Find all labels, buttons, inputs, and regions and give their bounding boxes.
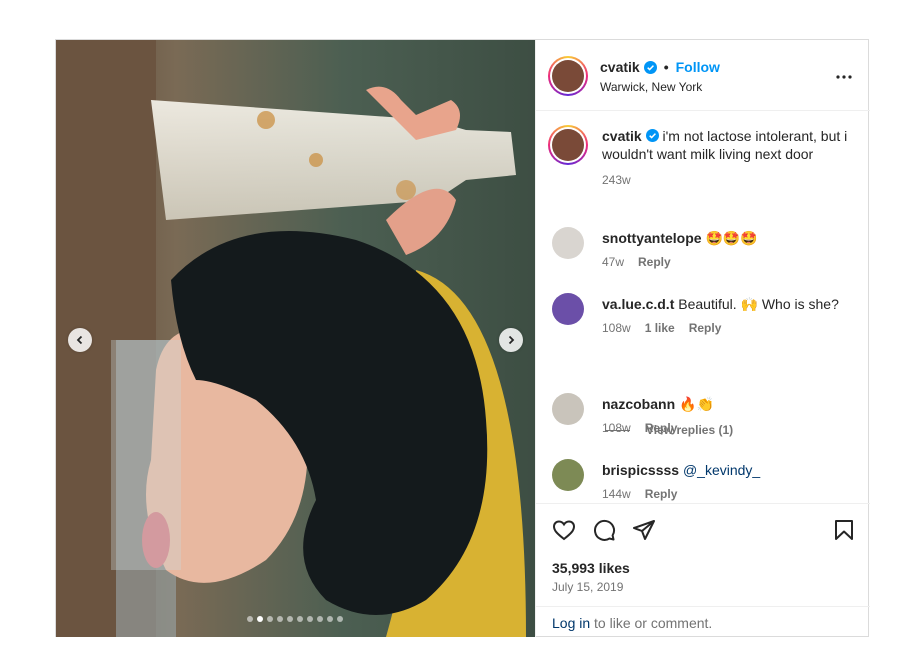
post-image[interactable]: [56, 40, 535, 637]
comment-avatar[interactable]: [552, 393, 584, 425]
author-username[interactable]: cvatik: [600, 59, 640, 75]
comment-mention-link[interactable]: @_kevindy_: [683, 462, 760, 478]
comment-age: 47w: [602, 255, 625, 269]
separator-dot: •: [663, 59, 669, 75]
carousel-dot: [277, 616, 283, 622]
comment-item: nazcobann 🔥👏 108w Reply: [602, 395, 714, 437]
share-icon: [633, 520, 655, 540]
reply-button[interactable]: Reply: [645, 419, 678, 437]
post-card: cvatik • Follow Warwick, New York cvatik…: [55, 39, 870, 637]
verified-badge-icon: [643, 60, 657, 74]
caption-username[interactable]: cvatik: [602, 128, 642, 144]
save-button[interactable]: [832, 518, 856, 547]
comment-username[interactable]: brispicssss: [602, 462, 679, 478]
carousel-dot: [307, 616, 313, 622]
chevron-left-icon: [76, 335, 83, 345]
comment-likes[interactable]: 1 like: [645, 319, 675, 337]
comment-age: 144w: [602, 487, 631, 501]
share-button[interactable]: [632, 518, 656, 547]
comment-text: 🤩🤩🤩: [705, 230, 758, 246]
carousel-dot: [257, 616, 263, 622]
comment-avatar[interactable]: [552, 459, 584, 491]
reply-button[interactable]: Reply: [638, 253, 671, 271]
comment-button[interactable]: [592, 518, 616, 547]
chevron-right-icon: [508, 335, 515, 345]
carousel-dot: [297, 616, 303, 622]
carousel-dot: [267, 616, 273, 622]
login-link[interactable]: Log in: [552, 615, 590, 631]
comment-text: 🔥👏: [679, 396, 714, 412]
post-header: cvatik • Follow Warwick, New York: [536, 40, 870, 111]
heart-icon: [552, 520, 576, 541]
comment-item: va.lue.c.d.t Beautiful. 🙌 Who is she? 10…: [602, 295, 839, 337]
more-options-button[interactable]: [836, 66, 852, 84]
carousel-dots: [247, 616, 343, 622]
reply-button[interactable]: Reply: [645, 485, 678, 502]
previous-image-button[interactable]: [68, 328, 92, 352]
photo-illustration: [56, 40, 535, 637]
bookmark-icon: [835, 520, 853, 540]
comment-text: Beautiful. 🙌 Who is she?: [678, 296, 839, 312]
likes-count[interactable]: 35,993 likes: [552, 560, 630, 576]
comment-username[interactable]: snottyantelope: [602, 230, 702, 246]
carousel-dot: [327, 616, 333, 622]
post-side-panel: cvatik • Follow Warwick, New York cvatik…: [535, 40, 870, 637]
carousel-dot: [287, 616, 293, 622]
author-avatar[interactable]: [548, 56, 588, 96]
post-date: July 15, 2019: [552, 580, 624, 594]
login-prompt-text: to like or comment.: [594, 615, 713, 631]
caption-author-avatar[interactable]: [548, 125, 588, 165]
comment-avatar[interactable]: [552, 227, 584, 259]
comment-item: snottyantelope 🤩🤩🤩 47w Reply: [602, 229, 758, 271]
comment-username[interactable]: nazcobann: [602, 396, 675, 412]
more-icon: [836, 75, 852, 79]
caption-age: 243w: [602, 173, 631, 187]
login-prompt: Log in to like or comment.: [536, 606, 870, 638]
comment-username[interactable]: va.lue.c.d.t: [602, 296, 674, 312]
next-image-button[interactable]: [499, 328, 523, 352]
comment-avatar[interactable]: [552, 293, 584, 325]
location-link[interactable]: Warwick, New York: [600, 80, 702, 94]
action-bar: 35,993 likes July 15, 2019: [536, 503, 870, 594]
comment-item: brispicssss @_kevindy_ 144w Reply: [602, 461, 760, 502]
comment-age: 108w: [602, 321, 631, 335]
reply-button[interactable]: Reply: [689, 319, 722, 337]
comment-age: 108w: [602, 421, 631, 435]
comment-icon: [594, 519, 616, 541]
carousel-dot: [247, 616, 253, 622]
comments-list[interactable]: cvatik i'm not lactose intolerant, but i…: [536, 111, 870, 502]
carousel-dot: [337, 616, 343, 622]
verified-badge-icon: [645, 129, 659, 142]
like-button[interactable]: [552, 518, 576, 547]
carousel-dot: [317, 616, 323, 622]
caption: cvatik i'm not lactose intolerant, but i…: [602, 127, 852, 189]
follow-button[interactable]: Follow: [676, 59, 720, 75]
